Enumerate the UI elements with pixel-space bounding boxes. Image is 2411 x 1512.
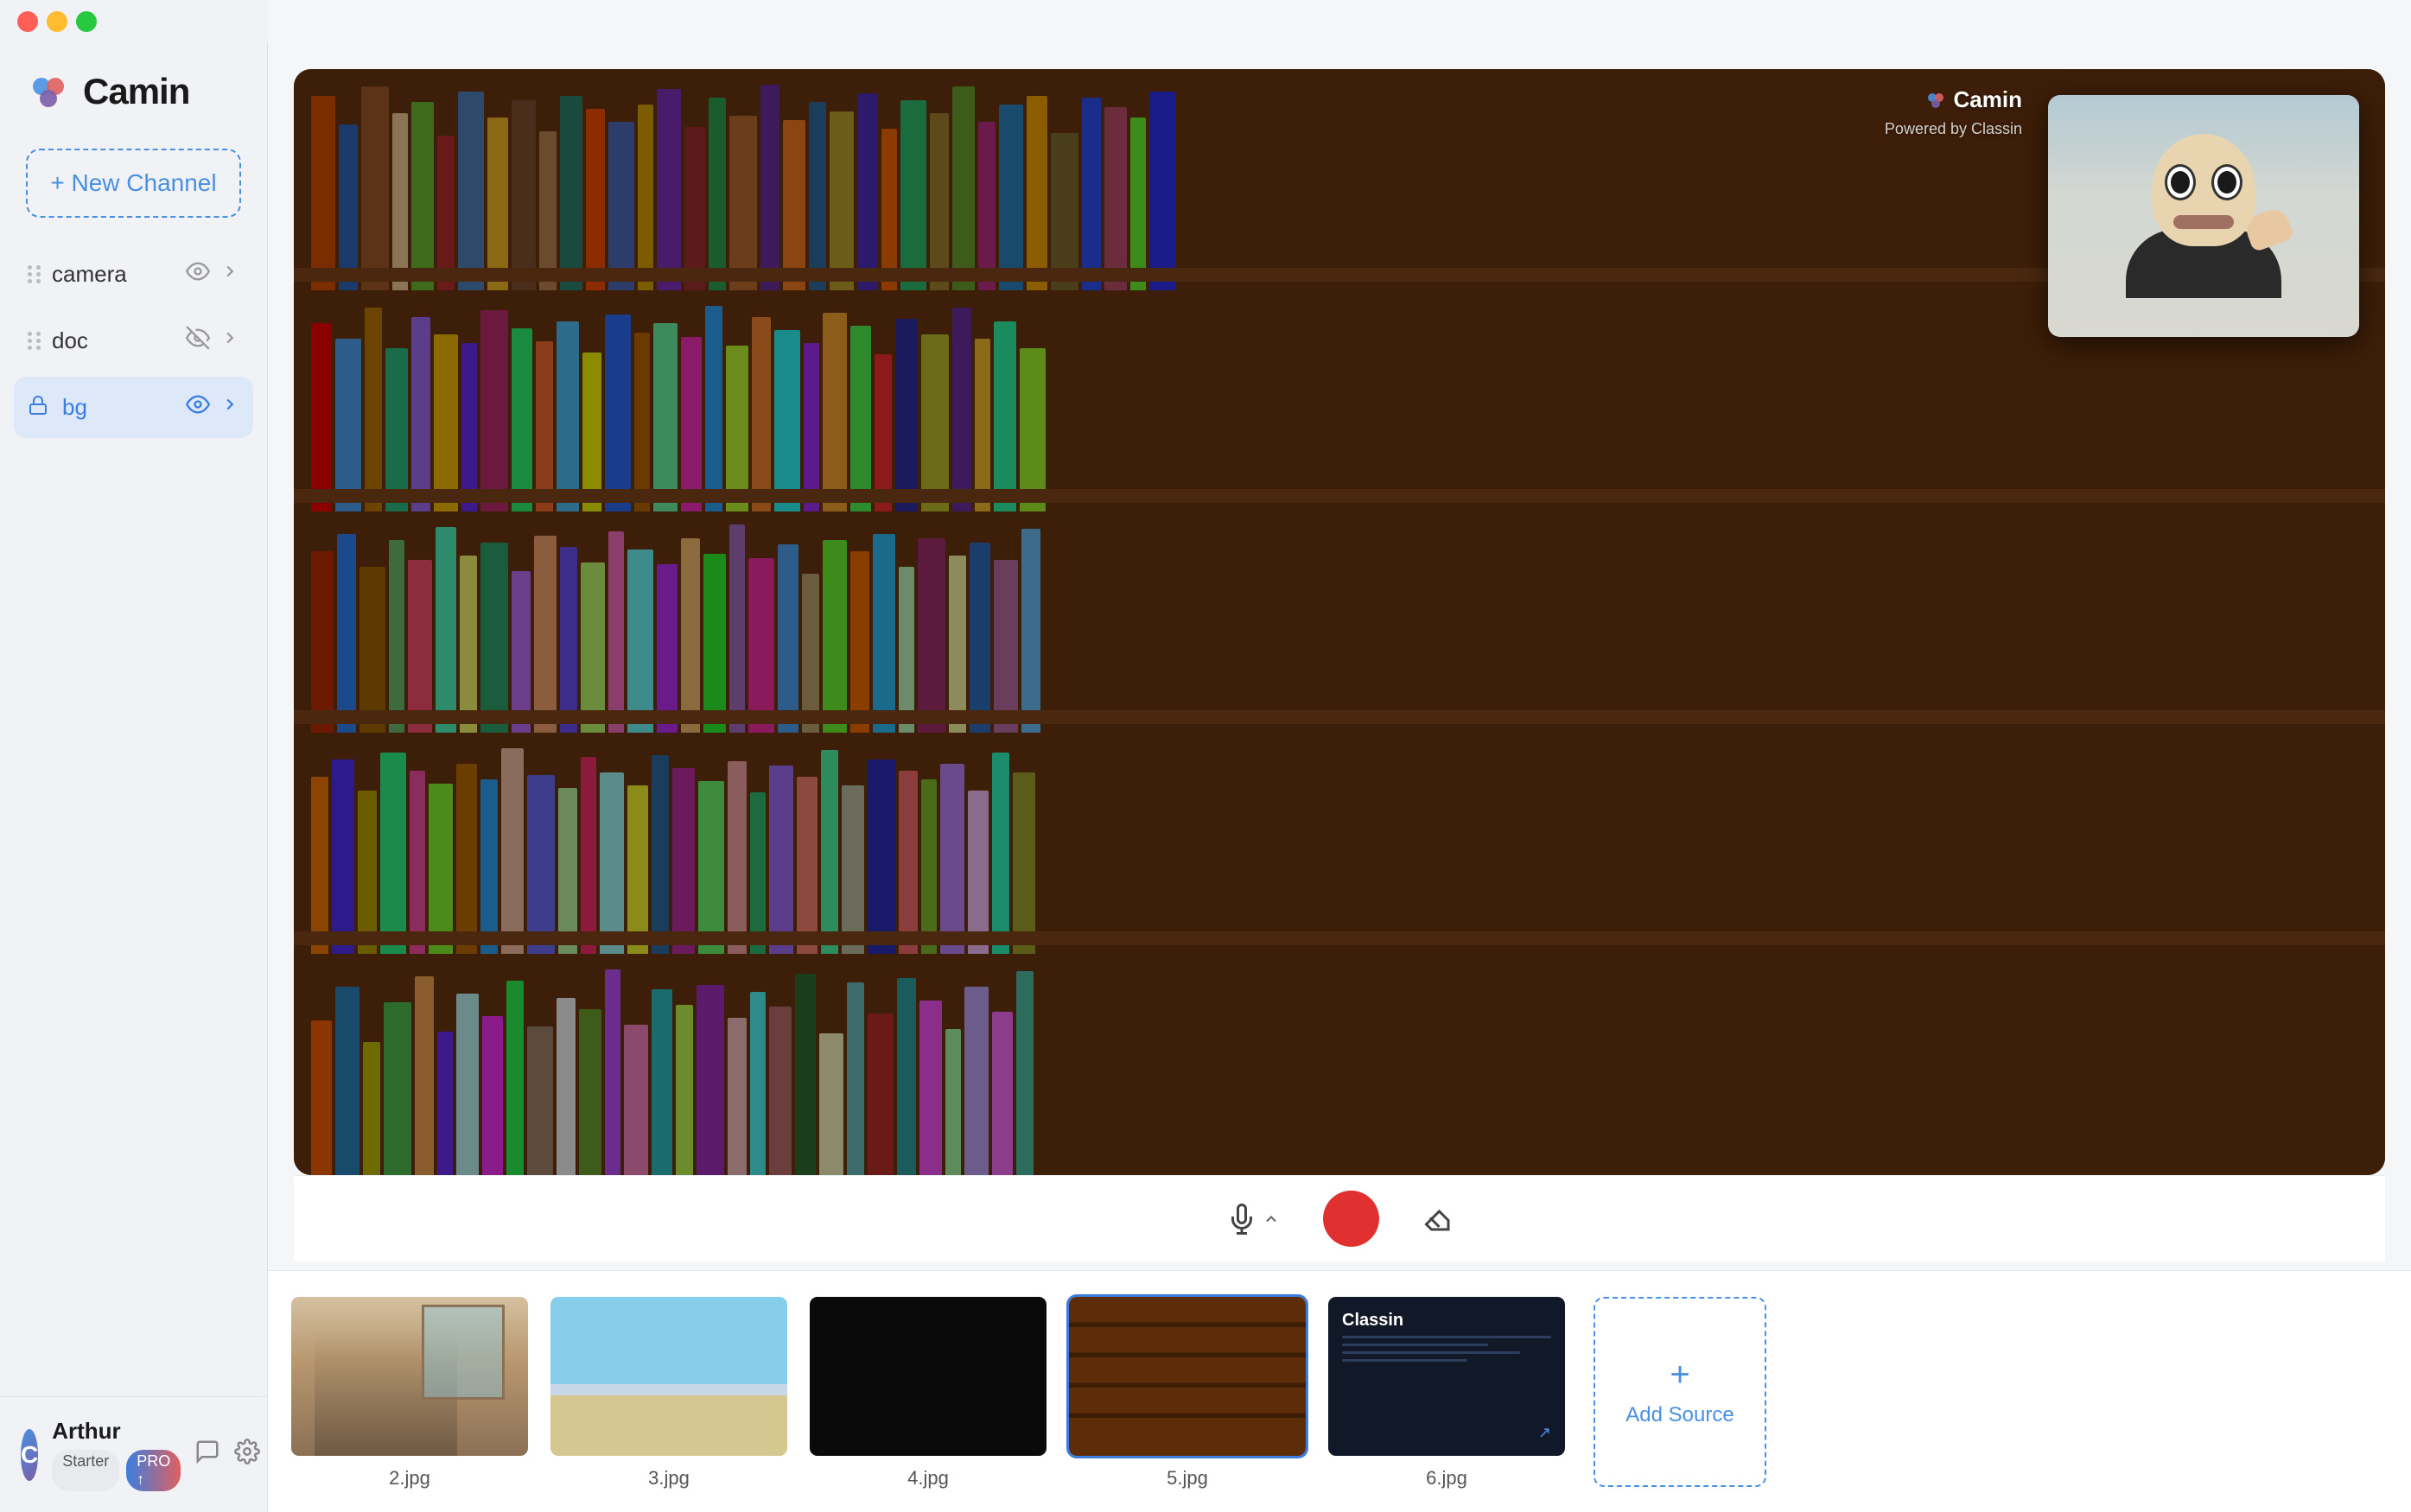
thumbnail-5[interactable]: 5.jpg: [1066, 1294, 1308, 1490]
visibility-icon-camera[interactable]: [186, 259, 210, 289]
thumb-img-2[interactable]: [289, 1294, 531, 1458]
books-row-5: [294, 954, 2385, 1175]
thumbnail-3[interactable]: 3.jpg: [548, 1294, 790, 1490]
mic-button[interactable]: [1226, 1204, 1280, 1235]
add-source-label: Add Source: [1625, 1403, 1734, 1427]
badge-starter: Starter: [52, 1450, 119, 1491]
chevron-icon-doc[interactable]: [220, 328, 239, 353]
thumb-img-3[interactable]: [548, 1294, 790, 1458]
add-source-plus-icon: +: [1670, 1356, 1689, 1394]
chat-button[interactable]: [194, 1439, 220, 1471]
channel-item-doc[interactable]: doc: [14, 310, 253, 372]
video-container: Camin Powered by Classin: [294, 69, 2385, 1175]
logo-area: Camin: [0, 43, 267, 140]
badge-pro: PRO ↑: [126, 1450, 181, 1491]
thumb-label-3: 3.jpg: [648, 1467, 690, 1490]
app-logo-icon: [26, 69, 71, 114]
chevron-icon-bg[interactable]: [220, 395, 239, 420]
sidebar: Camin + New Channel camera: [0, 0, 268, 1512]
watermark: Camin Powered by Classin: [1885, 86, 2022, 138]
preview-area: Camin Powered by Classin: [268, 43, 2411, 1270]
watermark-subtitle: Powered by Classin: [1885, 120, 2022, 138]
channel-name-doc: doc: [52, 327, 175, 354]
channel-name-camera: camera: [52, 261, 175, 288]
user-badges: Starter PRO ↑: [52, 1450, 181, 1491]
user-actions: [194, 1439, 260, 1471]
mic-arrow-icon: [1263, 1210, 1280, 1228]
visibility-icon-bg[interactable]: [186, 392, 210, 422]
thumb-label-2: 2.jpg: [389, 1467, 430, 1490]
thumb-label-5: 5.jpg: [1167, 1467, 1208, 1490]
video-background: Camin Powered by Classin: [294, 69, 2385, 1175]
channel-item-camera[interactable]: camera: [14, 244, 253, 305]
user-area: C Arthur Starter PRO ↑: [0, 1396, 267, 1512]
thumb-img-6[interactable]: Classin ↗: [1326, 1294, 1568, 1458]
avatar: C: [21, 1429, 38, 1481]
app-name: Camin: [83, 71, 189, 112]
visibility-off-icon-doc[interactable]: [186, 326, 210, 356]
watermark-brand: Camin: [1954, 86, 2022, 113]
chevron-icon-camera[interactable]: [220, 262, 239, 287]
drag-handle-doc: [28, 332, 41, 350]
user-info: Arthur Starter PRO ↑: [52, 1418, 181, 1491]
add-source-button[interactable]: + Add Source: [1594, 1297, 1766, 1487]
maximize-button[interactable]: [76, 11, 97, 32]
drag-handle-camera: [28, 265, 41, 283]
thumbnail-2[interactable]: 2.jpg: [289, 1294, 531, 1490]
thumb-img-4[interactable]: [807, 1294, 1049, 1458]
main-content: Camin Powered by Classin: [268, 0, 2411, 1512]
books-row-3: [294, 511, 2385, 733]
books-row-4: [294, 733, 2385, 954]
settings-button[interactable]: [234, 1439, 260, 1471]
lock-icon-bg: [28, 395, 48, 421]
thumbnail-6[interactable]: Classin ↗ 6.jpg: [1326, 1294, 1568, 1490]
titlebar: [0, 0, 268, 43]
thumb-label-6: 6.jpg: [1426, 1467, 1467, 1490]
user-name: Arthur: [52, 1418, 181, 1445]
thumb-label-4: 4.jpg: [907, 1467, 949, 1490]
controls-bar: [294, 1175, 2385, 1261]
minimize-button[interactable]: [47, 11, 67, 32]
thumb-img-5[interactable]: [1066, 1294, 1308, 1458]
channel-name-bg: bg: [62, 394, 175, 421]
camera-overlay: [2048, 95, 2359, 337]
thumbnail-strip: 2.jpg 3.jpg 4.jpg 5.jpg: [268, 1270, 2411, 1512]
new-channel-button[interactable]: + New Channel: [26, 149, 241, 218]
thumbnail-4[interactable]: 4.jpg: [807, 1294, 1049, 1490]
channel-item-bg[interactable]: bg: [14, 377, 253, 438]
close-button[interactable]: [17, 11, 38, 32]
erase-button[interactable]: [1422, 1204, 1454, 1235]
channel-list: camera doc: [0, 244, 267, 1396]
record-button[interactable]: [1323, 1191, 1379, 1247]
